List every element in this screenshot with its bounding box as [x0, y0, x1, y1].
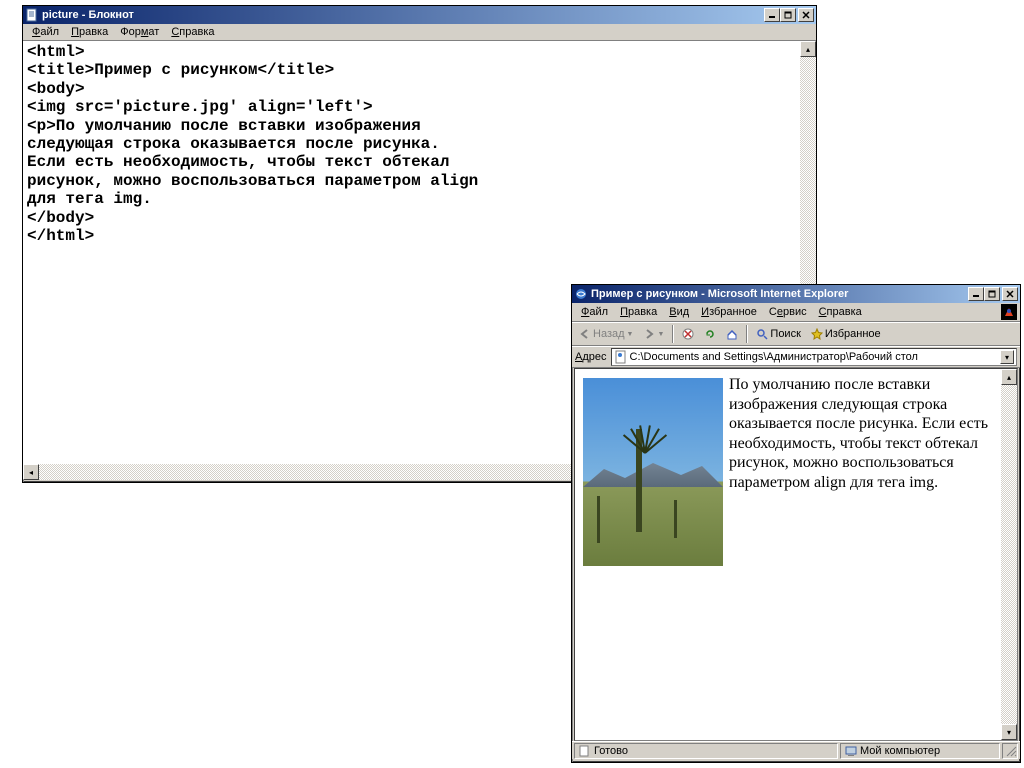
menu-edit[interactable]: Правка — [614, 305, 663, 319]
address-label: Адрес — [575, 351, 607, 363]
address-text: C:\Documents and Settings\Администратор\… — [630, 351, 918, 363]
status-ready: Готово — [574, 743, 838, 759]
menu-favorites[interactable]: Избранное — [695, 305, 763, 319]
minimize-button[interactable] — [968, 287, 984, 301]
back-arrow-icon — [579, 328, 591, 340]
close-button[interactable] — [798, 8, 814, 22]
computer-icon — [845, 745, 857, 757]
forward-button[interactable]: ▼ — [639, 327, 668, 341]
refresh-icon — [704, 328, 716, 340]
scroll-left-button[interactable]: ◂ — [23, 464, 39, 480]
ie-toolbar: Назад ▼ ▼ Поиск Избранное — [572, 322, 1020, 346]
status-zone: Мой компьютер — [840, 743, 1000, 759]
maximize-button[interactable] — [780, 8, 796, 22]
scroll-down-button[interactable]: ▾ — [1001, 724, 1017, 740]
home-icon — [726, 328, 738, 340]
ie-window: Пример с рисунком - Microsoft Internet E… — [571, 284, 1021, 763]
menu-file[interactable]: Файл — [575, 305, 614, 319]
back-button[interactable]: Назад ▼ — [575, 327, 637, 341]
menu-file[interactable]: Файл — [26, 25, 65, 39]
scrollbar-vertical[interactable]: ▴ ▾ — [1001, 369, 1017, 740]
page-text: По умолчанию после вставки изображения с… — [729, 376, 988, 491]
stop-icon — [682, 328, 694, 340]
ie-titlebar[interactable]: Пример с рисунком - Microsoft Internet E… — [572, 285, 1020, 303]
notepad-titlebar[interactable]: picture - Блокнот — [23, 6, 816, 24]
ie-page-content: По умолчанию после вставки изображения с… — [575, 369, 1017, 498]
favorites-button[interactable]: Избранное — [807, 327, 885, 341]
ie-addressbar: Адрес C:\Documents and Settings\Админист… — [572, 346, 1020, 368]
toolbar-separator — [746, 325, 748, 343]
refresh-button[interactable] — [700, 327, 720, 341]
home-button[interactable] — [722, 327, 742, 341]
minimize-button[interactable] — [764, 8, 780, 22]
scroll-up-button[interactable]: ▴ — [800, 41, 816, 57]
page-icon — [614, 350, 628, 364]
maximize-button[interactable] — [984, 287, 1000, 301]
scroll-track-v[interactable] — [1001, 385, 1017, 724]
status-resize-grip[interactable] — [1002, 743, 1018, 759]
ie-throbber-icon — [1001, 304, 1017, 320]
menu-view[interactable]: Вид — [663, 305, 695, 319]
toolbar-separator — [672, 325, 674, 343]
ie-title: Пример с рисунком - Microsoft Internet E… — [591, 288, 968, 300]
notepad-text[interactable]: <html> <title>Пример с рисунком</title> … — [23, 41, 816, 247]
address-input[interactable]: C:\Documents and Settings\Администратор\… — [611, 348, 1018, 366]
menu-help[interactable]: Справка — [813, 305, 868, 319]
menu-help[interactable]: Справка — [165, 25, 220, 39]
ie-client: По умолчанию после вставки изображения с… — [574, 368, 1018, 741]
address-dropdown-button[interactable]: ▾ — [1000, 350, 1014, 364]
menu-format[interactable]: Формат — [114, 25, 165, 39]
menu-tools[interactable]: Сервис — [763, 305, 813, 319]
ie-menubar: Файл Правка Вид Избранное Сервис Справка — [572, 303, 1020, 322]
notepad-icon — [25, 8, 39, 22]
stop-button[interactable] — [678, 327, 698, 341]
notepad-menubar: Файл Правка Формат Справка — [23, 24, 816, 41]
page-image — [583, 378, 723, 566]
search-button[interactable]: Поиск — [752, 327, 804, 341]
scroll-up-button[interactable]: ▴ — [1001, 369, 1017, 385]
forward-arrow-icon — [643, 328, 655, 340]
notepad-title: picture - Блокнот — [42, 9, 764, 21]
favorites-icon — [811, 328, 823, 340]
close-button[interactable] — [1002, 287, 1018, 301]
ie-icon — [574, 287, 588, 301]
page-icon — [579, 745, 591, 757]
search-icon — [756, 328, 768, 340]
menu-edit[interactable]: Правка — [65, 25, 114, 39]
ie-statusbar: Готово Мой компьютер — [572, 741, 1020, 759]
